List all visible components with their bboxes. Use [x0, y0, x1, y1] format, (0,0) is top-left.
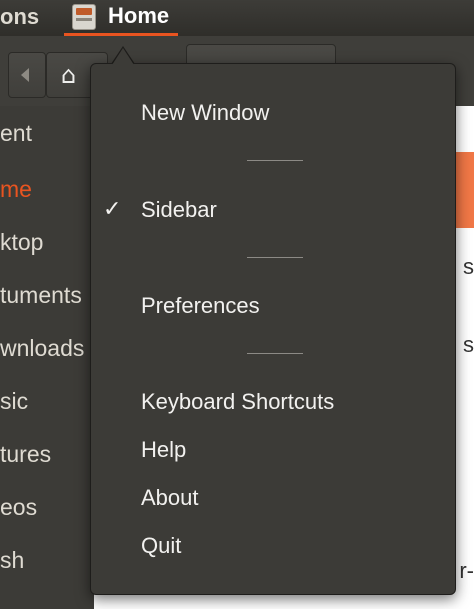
file-cabinet-icon — [72, 4, 96, 30]
sidebar-item-pictures[interactable]: tures — [0, 441, 51, 468]
menu-item-preferences[interactable]: Preferences — [141, 293, 260, 319]
menu-item-new-window[interactable]: New Window — [141, 100, 269, 126]
file-label-fragment: r- — [459, 558, 474, 583]
app-menu-tab[interactable]: Home — [64, 0, 178, 36]
sidebar: ent me ktop tuments wnloads sic tures eo… — [0, 106, 94, 609]
menu-item-sidebar[interactable]: Sidebar — [141, 197, 217, 223]
chevron-left-icon — [21, 68, 29, 82]
checkmark-icon: ✓ — [103, 197, 122, 222]
sidebar-item-documents[interactable]: tuments — [0, 282, 82, 309]
sidebar-item-videos[interactable]: eos — [0, 494, 37, 521]
menu-pointer-arrow-fill — [112, 48, 134, 65]
top-menu-fragment[interactable]: ons — [0, 4, 39, 30]
back-button[interactable] — [8, 52, 46, 98]
file-label-fragment: s — [463, 254, 474, 279]
menu-item-help[interactable]: Help — [141, 437, 186, 463]
menu-separator — [247, 353, 303, 354]
sidebar-item-trash[interactable]: sh — [0, 547, 24, 574]
menu-item-about[interactable]: About — [141, 485, 199, 511]
menu-separator — [247, 257, 303, 258]
app-popover-menu: New Window ✓ Sidebar Preferences Keyboar… — [90, 63, 456, 595]
sidebar-item-desktop[interactable]: ktop — [0, 229, 43, 256]
sidebar-item-downloads[interactable]: wnloads — [0, 335, 84, 362]
sidebar-item-recent[interactable]: ent — [0, 120, 32, 147]
home-icon: ⌂ — [61, 61, 77, 89]
menu-item-quit[interactable]: Quit — [141, 533, 181, 559]
top-panel: ons Home — [0, 0, 474, 36]
menu-item-keyboard-shortcuts[interactable]: Keyboard Shortcuts — [141, 389, 334, 415]
sidebar-item-home[interactable]: me — [0, 176, 32, 203]
selected-folder-highlight — [454, 152, 474, 228]
file-label-fragment: s — [463, 332, 474, 357]
sidebar-item-music[interactable]: sic — [0, 388, 28, 415]
menu-separator — [247, 160, 303, 161]
app-title: Home — [108, 3, 170, 28]
